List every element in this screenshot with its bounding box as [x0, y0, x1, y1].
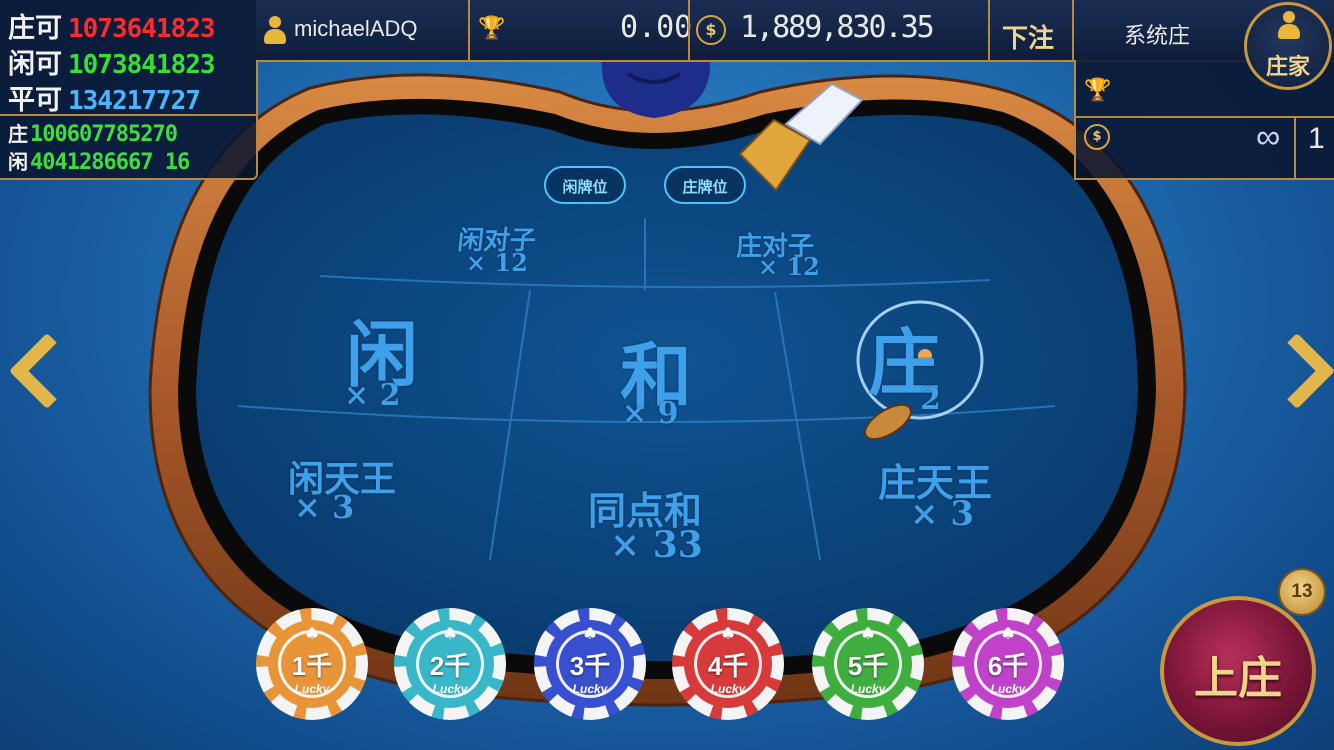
clover-icon: ♣ [442, 624, 458, 643]
system-banker-label: 系统庄 [1124, 23, 1191, 48]
banker-natural-odds: × 3 [910, 494, 974, 534]
banker-button[interactable]: 庄家 [1244, 2, 1332, 90]
topbar-divider [468, 0, 470, 60]
chip-lucky-text: Lucky [572, 682, 608, 696]
banker-pair-odds: × 12 [758, 252, 820, 281]
banker-odds: 2 [920, 382, 941, 417]
bet-amount: 0.00 [620, 10, 693, 45]
username: michaelADQ [294, 16, 418, 41]
coin-icon: $ [1084, 124, 1110, 150]
player-pair-odds: × 12 [466, 248, 528, 277]
become-banker-label: 上庄 [1194, 653, 1282, 704]
clover-icon: ♣ [1000, 624, 1016, 643]
player-total-row: 闲4041286667 16 [8, 146, 190, 175]
coin-icon: $ [696, 15, 726, 45]
chip-5[interactable]: ♣ 5千 Lucky [812, 608, 924, 720]
player-natural-odds: × 3 [294, 488, 355, 526]
chip-label: 3千 [569, 651, 611, 681]
player-limit-row: 闲可 1073841823 [8, 42, 216, 81]
chip-2[interactable]: ♣ 2千 Lucky [394, 608, 506, 720]
top-bar: michaelADQ 🏆 0.00 $ 1,889,830.35 下注 系统庄 [256, 0, 1334, 62]
topbar-divider [688, 0, 690, 60]
player-total-value: 4041286667 16 [30, 150, 190, 175]
become-banker-button[interactable]: 上庄 [1160, 596, 1316, 746]
chip-face: ♣ 3千 Lucky [556, 624, 624, 698]
banker-limit-value: 1073641823 [68, 14, 216, 44]
chip-4[interactable]: ♣ 4千 Lucky [672, 608, 784, 720]
balance: 1,889,830.35 [740, 10, 935, 45]
banker-button-label: 庄家 [1265, 54, 1310, 80]
chip-lucky-text: Lucky [850, 682, 886, 696]
banker-queue-badge: 13 [1278, 568, 1326, 616]
chip-label: 5千 [847, 651, 889, 681]
chip-lucky-text: Lucky [294, 682, 330, 696]
banker-limit-row: 庄可 1073641823 [8, 6, 216, 45]
chip-6[interactable]: ♣ 6千 Lucky [952, 608, 1064, 720]
player-limit-value: 1073841823 [68, 50, 216, 80]
chip-1[interactable]: ♣ 1千 Lucky [256, 608, 368, 720]
topbar-divider [988, 0, 990, 60]
tie-limit-row: 平可 134217727 [8, 78, 201, 117]
tie-limit-value: 134217727 [68, 86, 201, 116]
chip-lucky-text: Lucky [990, 682, 1026, 696]
banker-count: 1 [1308, 122, 1325, 155]
same-point-tie-odds: × 33 [610, 524, 703, 566]
chip-label: 1千 [291, 651, 333, 681]
chip-3[interactable]: ♣ 3千 Lucky [534, 608, 646, 720]
chip-label: 6千 [987, 651, 1029, 681]
player-total-label: 闲 [8, 152, 28, 174]
user-icon [264, 16, 286, 46]
clover-icon: ♣ [720, 624, 736, 643]
trophy-icon[interactable]: 🏆 [478, 16, 505, 41]
chip-lucky-text: Lucky [432, 682, 468, 696]
chip-face: ♣ 5千 Lucky [834, 624, 902, 698]
chip-face: ♣ 2千 Lucky [416, 624, 484, 698]
banker-total-row: 庄100607785270 [8, 118, 178, 147]
user-icon [1278, 11, 1300, 41]
tie-odds: × 9 [622, 396, 679, 431]
chip-face: ♣ 4千 Lucky [694, 624, 762, 698]
bet-label[interactable]: 下注 [1002, 18, 1054, 55]
chip-lucky-text: Lucky [710, 682, 746, 696]
panel-divider [1294, 116, 1296, 178]
clover-icon: ♣ [860, 624, 876, 643]
player-odds: × 2 [344, 378, 401, 413]
chip-label: 4千 [707, 651, 749, 681]
infinity-value: ∞ [1256, 118, 1281, 156]
stats-divider [0, 114, 256, 116]
chip-label: 2千 [429, 651, 471, 681]
bet-limits-panel: 庄可 1073641823 闲可 1073841823 平可 134217727 庄1… [0, 0, 258, 180]
chip-face: ♣ 1千 Lucky [278, 624, 346, 698]
banker-total-label: 庄 [8, 124, 28, 146]
banker-limit-label: 庄可 [8, 13, 62, 43]
banker-total-value: 100607785270 [30, 122, 178, 147]
topbar-divider [1072, 0, 1074, 60]
tie-limit-label: 平可 [8, 85, 62, 115]
clover-icon: ♣ [304, 624, 320, 643]
player-limit-label: 闲可 [8, 49, 62, 79]
banker-card-position: 庄牌位 [664, 166, 746, 204]
player-card-position: 闲牌位 [544, 166, 626, 204]
trophy-icon: 🏆 [1084, 78, 1112, 103]
chip-face: ♣ 6千 Lucky [974, 624, 1042, 698]
clover-icon: ♣ [582, 624, 598, 643]
